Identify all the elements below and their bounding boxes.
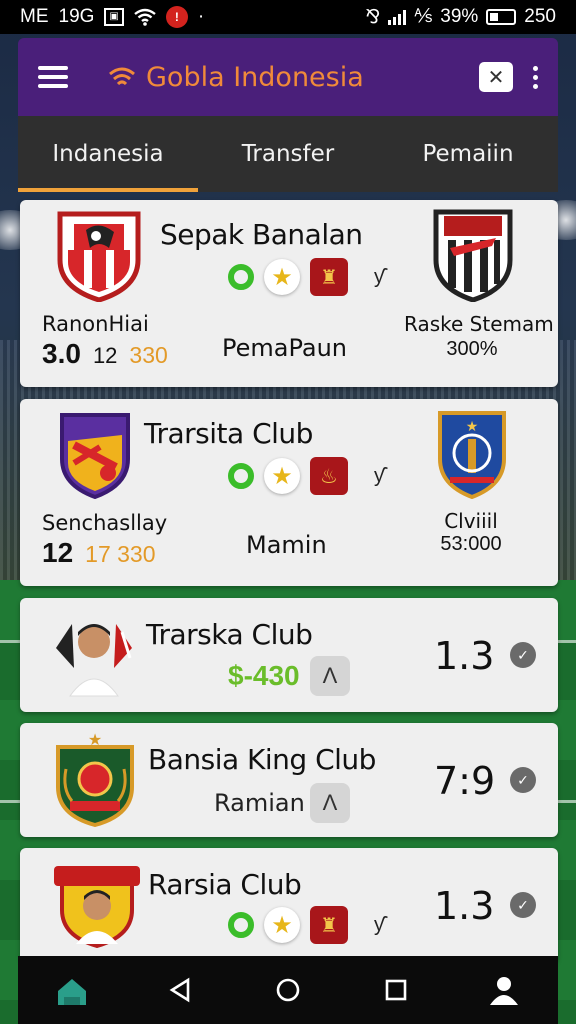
more-vert-icon[interactable] (533, 65, 538, 89)
status-ring-icon (228, 912, 254, 938)
club-card[interactable]: ★ Bansia King Club Ramian Λ 7:9 ✓ (20, 723, 558, 837)
app-header: Gobla Indonesia ✕ (18, 38, 558, 116)
yellow-crest-icon (54, 866, 140, 948)
club-card[interactable]: Rarsia Club ★ ♜ ƴ 1.3 ✓ (20, 848, 558, 962)
clock-text: 19G (58, 6, 95, 27)
stat-main: 3.0 (42, 338, 81, 369)
purple-crest-icon (60, 413, 130, 499)
team-left-name: Senchasllay (42, 511, 168, 535)
stat-main: 12 (42, 537, 74, 568)
club-title: Bansia King Club (148, 743, 376, 776)
status-ring-icon (228, 463, 254, 489)
star-icon[interactable]: ★ (264, 907, 300, 943)
svg-text:★: ★ (88, 732, 102, 749)
star-icon[interactable]: ★ (264, 458, 300, 494)
blue-crest-icon: ★ (438, 411, 506, 499)
club-score: 1.3 (434, 634, 495, 678)
star-icon[interactable]: ★ (264, 259, 300, 295)
stat-highlight: 17 330 (85, 541, 156, 567)
bluetooth-icon: ⅋ (365, 6, 381, 28)
stat-highlight: 330 (129, 342, 168, 368)
team-left-stats: 3.0 12 330 (42, 338, 168, 370)
team-left-name: RanonHiai (42, 312, 149, 336)
team-left-stats: 12 17 330 (42, 537, 156, 569)
match-center-label: Mamin (246, 531, 327, 559)
wifi-icon (134, 8, 156, 26)
tab-transfer[interactable]: Transfer (198, 116, 378, 192)
player-portrait-icon (56, 624, 132, 697)
team-right-name: Clviiil (444, 509, 498, 533)
tab-pemaiin[interactable]: Pemaiin (378, 116, 558, 192)
carrier-text: ME (20, 6, 49, 27)
signal-text: 250 (524, 6, 556, 27)
club-score: 7:9 (434, 759, 496, 803)
vibrate-icon: ⅍ (414, 6, 433, 27)
club-title: Rarsia Club (148, 868, 302, 901)
club-score: 1.3 (434, 884, 495, 928)
tab-bar: Indanesia Transfer Pemaiin (18, 116, 558, 192)
antenna-icon: ƴ (374, 913, 384, 936)
green-crest-icon: ★ (56, 732, 134, 827)
status-bar: ME 19G ▣ ! · ⅋ ⅍ 39% 250 (0, 0, 576, 34)
club-icon-row: ★ ♜ ƴ (228, 906, 384, 944)
tab-indanesia[interactable]: Indanesia (18, 116, 198, 192)
brand-logo-icon (109, 67, 135, 86)
player-button-icon[interactable]: Λ (310, 656, 350, 696)
bottom-navigation (18, 956, 558, 1024)
player-button-icon[interactable]: Λ (310, 783, 350, 823)
club-title: Sepak Banalan (160, 218, 363, 251)
match-card[interactable]: Sepak Banalan ★ ♜ ƴ RanonHiai 3.0 12 330… (20, 200, 558, 387)
match-card[interactable]: Trarsita Club ★ ♨ ƴ ★ Senchasllay 12 17 … (20, 399, 558, 586)
home-icon[interactable] (42, 960, 102, 1020)
club-icon-row: ★ ♜ ƴ (228, 258, 384, 296)
team-right-value: 300% (446, 338, 498, 360)
app-title: Gobla Indonesia (146, 61, 364, 93)
fire-badge-icon[interactable]: ♨ (310, 457, 348, 495)
club-icon-row: ★ ♨ ƴ (228, 457, 384, 495)
trophy-badge-icon[interactable]: ♜ (310, 258, 348, 296)
match-center-label: PemaPaun (222, 334, 347, 362)
close-button[interactable]: ✕ (479, 62, 513, 92)
gallery-icon: ▣ (104, 8, 124, 26)
stat-secondary: 12 (92, 343, 118, 368)
hamburger-icon[interactable] (38, 66, 68, 88)
svg-text:★: ★ (466, 418, 479, 434)
team-right-value: 53:000 (440, 533, 502, 555)
brand: Gobla Indonesia (108, 62, 364, 93)
antenna-icon: ƴ (374, 265, 384, 288)
status-ring-icon (228, 264, 254, 290)
club-sub-label: Ramian (214, 789, 305, 817)
striped-crest-icon (433, 209, 513, 302)
chevron-icon[interactable]: ✓ (510, 892, 536, 918)
chevron-icon[interactable]: ✓ (510, 642, 536, 668)
recents-icon[interactable] (366, 960, 426, 1020)
club-title: Trarska Club (146, 618, 313, 651)
chevron-icon[interactable]: ✓ (510, 767, 536, 793)
battery-percent: 39% (440, 6, 479, 27)
club-card[interactable]: Trarska Club $-430 Λ 1.3 ✓ (20, 598, 558, 712)
battery-icon (486, 9, 517, 25)
home-circle-icon[interactable] (258, 960, 318, 1020)
notification-badge-icon: ! (165, 6, 188, 28)
more-notifications-icon: · (197, 6, 205, 27)
club-title: Trarsita Club (144, 417, 313, 450)
club-price: $-430 (228, 660, 300, 691)
signal-bars-icon (388, 9, 407, 25)
team-right-name: Raske Stemam (404, 312, 554, 336)
trophy-badge-icon[interactable]: ♜ (310, 906, 348, 944)
red-crest-icon (57, 211, 141, 302)
antenna-icon: ƴ (374, 464, 384, 487)
back-icon[interactable] (150, 960, 210, 1020)
profile-icon[interactable] (474, 960, 534, 1020)
